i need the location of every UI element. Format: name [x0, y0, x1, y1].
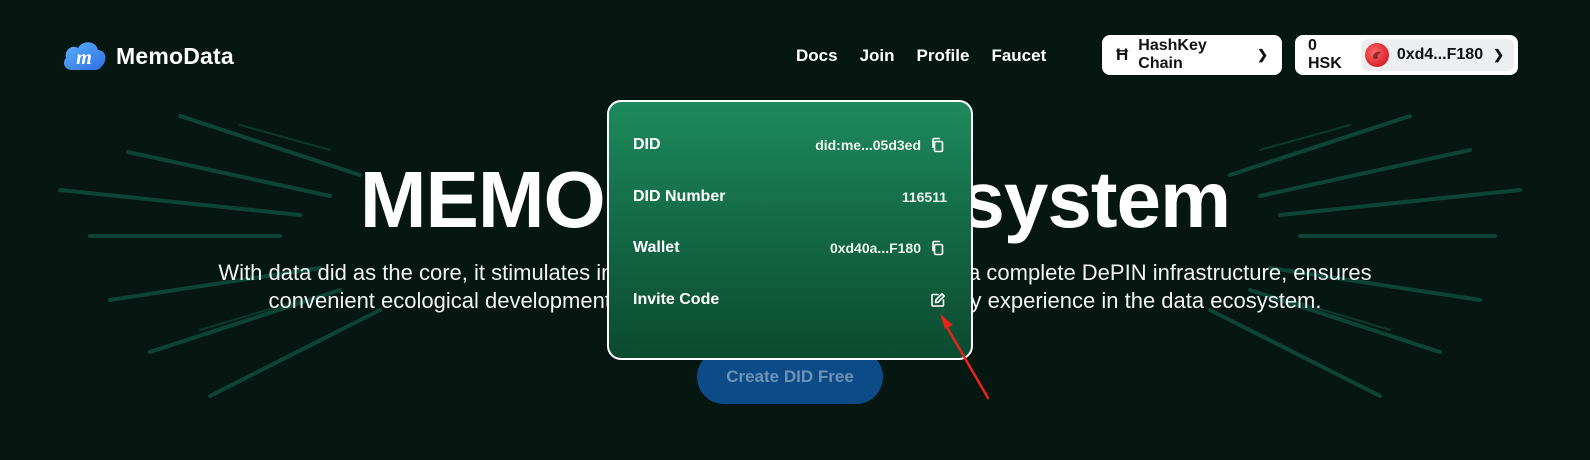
- wallet-row: Wallet 0xd40a...F180: [633, 236, 947, 260]
- invite-code-row: Invite Code: [633, 288, 947, 312]
- edit-icon[interactable]: [929, 291, 947, 309]
- nav-join[interactable]: Join: [860, 46, 895, 66]
- wallet-address: 0xd4...F180: [1396, 46, 1484, 63]
- chevron-down-icon: ❯: [1257, 47, 1268, 62]
- did-value: did:me...05d3ed: [815, 137, 921, 153]
- nav-faucet[interactable]: Faucet: [991, 46, 1046, 66]
- wallet-value: 0xd40a...F180: [829, 240, 921, 256]
- did-row: DID did:me...05d3ed: [633, 133, 947, 157]
- chain-selector-button[interactable]: Ħ HashKey Chain ❯: [1102, 35, 1282, 75]
- did-dropdown-panel: DID did:me...05d3ed DID Number 116511 Wa…: [607, 100, 973, 360]
- wallet-address-button[interactable]: 0xd4...F180 ❯: [1360, 39, 1514, 71]
- cloud-logo-icon: m: [64, 42, 106, 70]
- top-nav: Docs Join Profile Faucet: [796, 46, 1046, 66]
- brand-name: MemoData: [116, 42, 234, 69]
- did-number-label: DID Number: [633, 188, 726, 205]
- nav-profile[interactable]: Profile: [917, 46, 970, 66]
- wallet-button: 0 HSK 0xd4...F180 ❯: [1295, 35, 1518, 75]
- did-label: DID: [633, 136, 661, 153]
- chevron-down-icon: ❯: [1493, 47, 1504, 62]
- wallet-label: Wallet: [633, 239, 680, 256]
- copy-icon[interactable]: [929, 239, 947, 257]
- nav-docs[interactable]: Docs: [796, 46, 838, 66]
- avatar-icon: [1364, 43, 1389, 67]
- hashkey-chain-icon: Ħ: [1116, 45, 1129, 64]
- did-number-value: 116511: [901, 189, 947, 205]
- did-number-row: DID Number 116511: [633, 185, 947, 209]
- invite-code-label: Invite Code: [633, 291, 720, 308]
- chain-label: HashKey Chain: [1138, 37, 1207, 72]
- logo[interactable]: m MemoData: [60, 36, 234, 76]
- wallet-balance: 0 HSK: [1308, 37, 1342, 72]
- svg-text:m: m: [76, 47, 92, 69]
- copy-icon[interactable]: [929, 136, 947, 154]
